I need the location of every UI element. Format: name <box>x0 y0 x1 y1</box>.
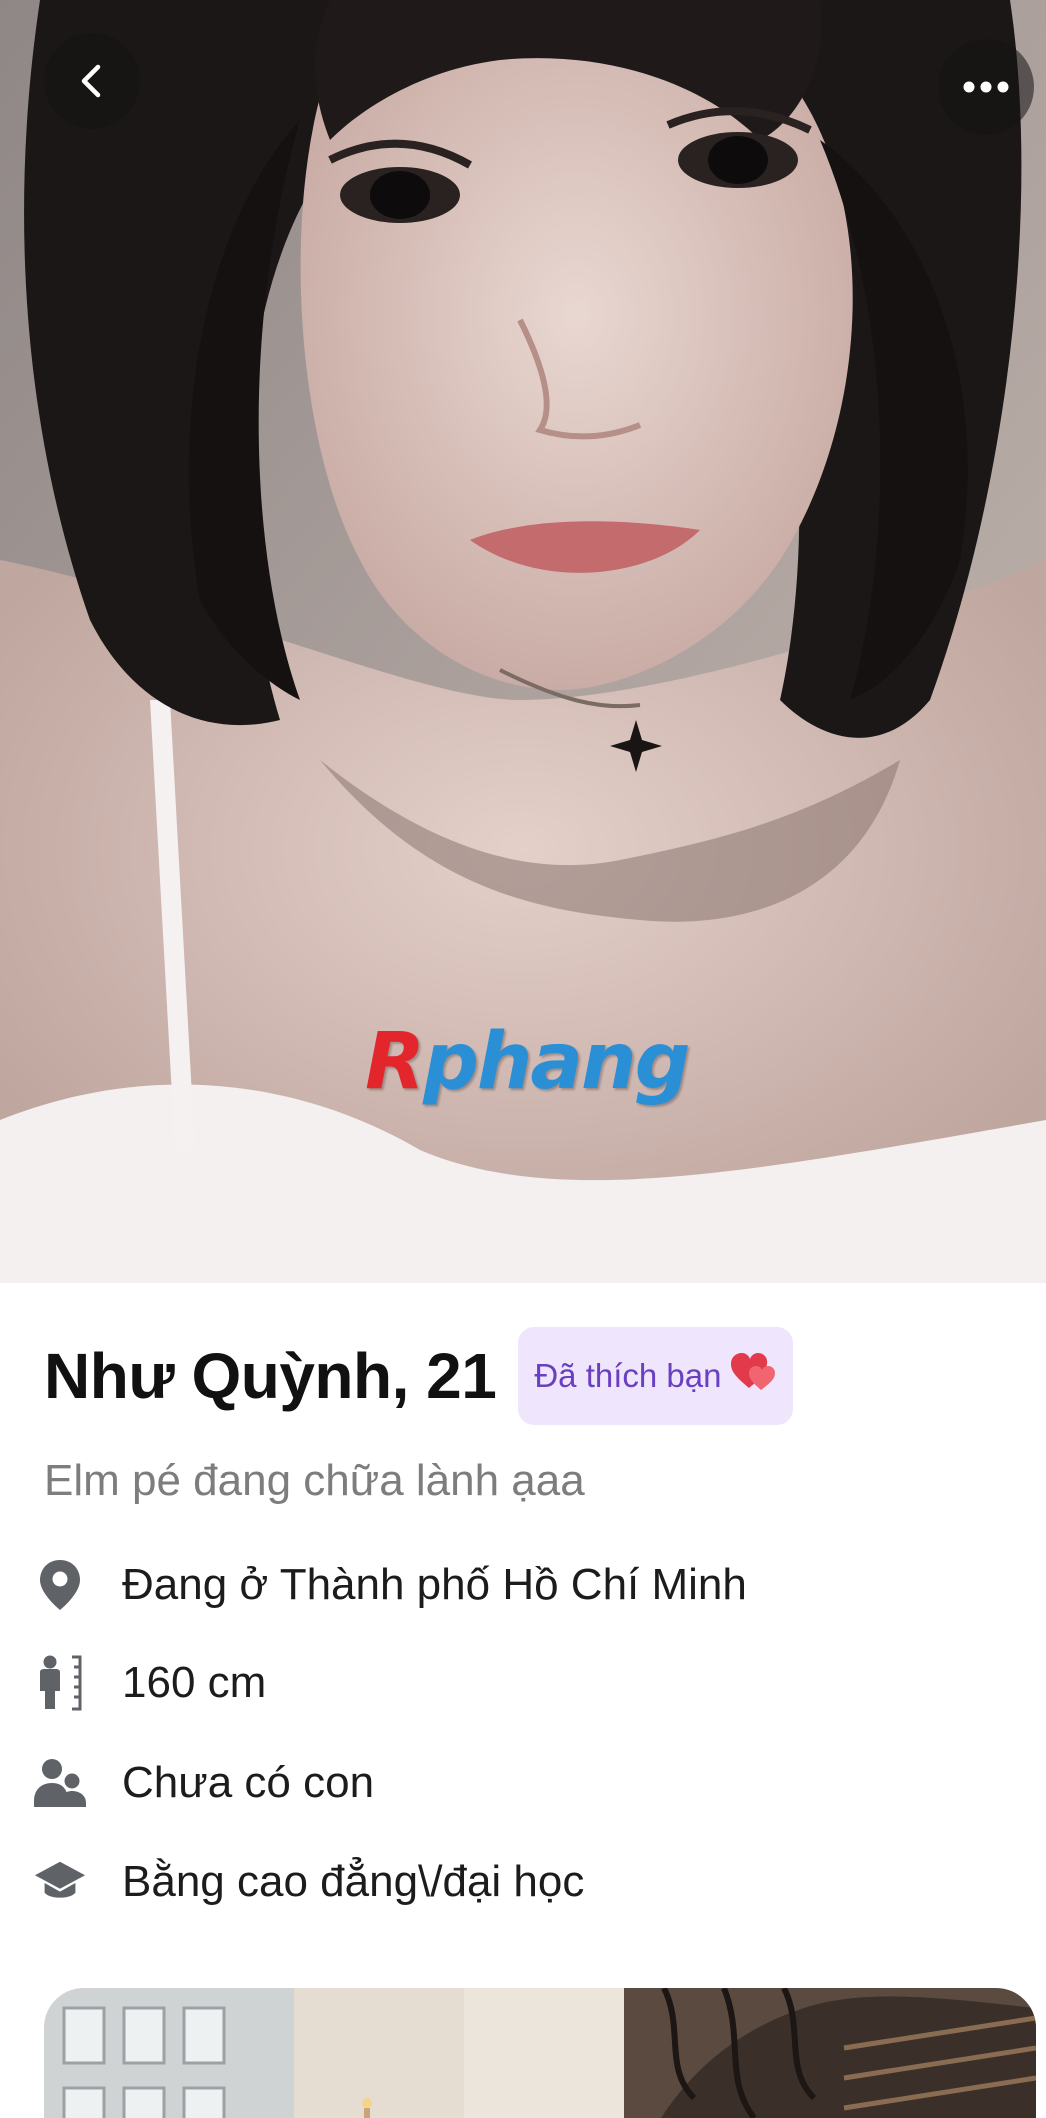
detail-children: Chưa có con <box>34 1748 374 1818</box>
detail-label: Đang ở Thành phố Hồ Chí Minh <box>122 1560 747 1609</box>
profile-bio: Elm pé đang chữa lành ạaa <box>44 1456 585 1505</box>
education-cap-icon <box>34 1852 86 1912</box>
detail-height: 160 cm <box>34 1648 266 1718</box>
more-horizontal-icon <box>963 81 1009 93</box>
liked-you-badge: Đã thích bạn <box>518 1327 794 1425</box>
detail-label: Chưa có con <box>122 1758 375 1807</box>
profile-name-age: Như Quỳnh, 21 <box>44 1340 497 1412</box>
gallery-image <box>44 1988 1036 2118</box>
chevron-left-icon <box>81 64 101 98</box>
more-options-button[interactable] <box>938 39 1034 135</box>
detail-location: Đang ở Thành phố Hồ Chí Minh <box>34 1550 747 1620</box>
height-icon <box>34 1653 86 1713</box>
detail-education: Bằng cao đẳng\/đại học <box>34 1847 584 1917</box>
profile-screen: Rphang Như Quỳnh, 21 Đã thích bạn Elm pé… <box>0 0 1046 2118</box>
liked-badge-label: Đã thích bạn <box>534 1357 722 1394</box>
heart-icon <box>731 1352 777 1400</box>
name-row: Như Quỳnh, 21 Đã thích bạn <box>44 1327 794 1425</box>
detail-label: 160 cm <box>122 1658 267 1707</box>
profile-photo[interactable]: Rphang <box>0 0 1046 1283</box>
watermark-logo: Rphang <box>365 1017 690 1107</box>
gallery-photo[interactable] <box>44 1988 1036 2118</box>
detail-label: Bằng cao đẳng\/đại học <box>122 1857 585 1906</box>
children-icon <box>34 1753 86 1813</box>
back-button[interactable] <box>44 33 140 129</box>
location-pin-icon <box>34 1555 86 1615</box>
